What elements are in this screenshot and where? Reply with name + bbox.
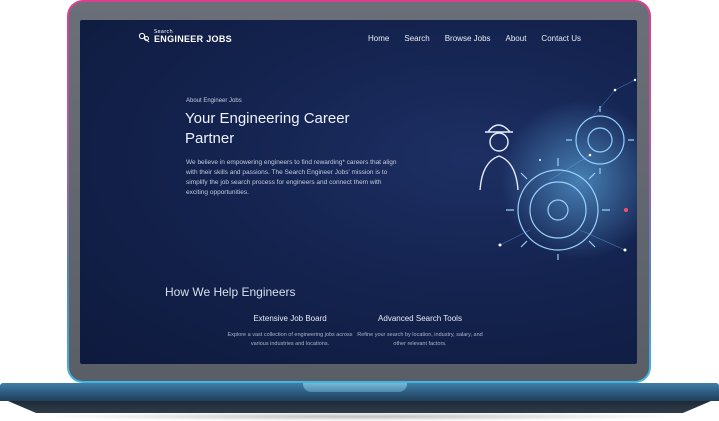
nav-about[interactable]: About [506,34,527,43]
nav-contact-us[interactable]: Contact Us [541,34,581,43]
hero-body: We believe in empowering engineers to fi… [186,159,397,196]
feature-extensive-job-board: Extensive Job Board Explore a vast colle… [225,314,355,349]
logo-big-text: ENGINEER JOBS [154,34,232,44]
help-section-title: How We Help Engineers [165,285,296,299]
feature-advanced-search-tools: Advanced Search Tools Refine your search… [355,314,485,349]
nav-home[interactable]: Home [368,34,389,43]
main-nav: Home Search Browse Jobs About Contact Us [368,34,581,43]
engineer-gears-illustration [479,78,637,260]
logo-mark-icon [138,32,150,43]
hero-eyebrow: About Engineer Jobs [186,98,242,104]
laptop-shadow [40,412,680,421]
hero-title: Your Engineering Career Partner [185,110,350,147]
nav-search[interactable]: Search [404,34,429,43]
laptop-notch [303,383,407,392]
nav-browse-jobs[interactable]: Browse Jobs [445,34,491,43]
feature-text: Explore a vast collection of engineering… [227,332,353,347]
feature-title: Extensive Job Board [253,314,327,323]
feature-title: Advanced Search Tools [378,314,462,323]
feature-text: Refine your search by location, industry… [357,332,483,347]
site-logo[interactable]: Search ENGINEER JOBS [138,30,232,44]
laptop-base-bottom [8,401,711,413]
website-screen: Search ENGINEER JOBS Home Search Browse … [80,20,637,364]
